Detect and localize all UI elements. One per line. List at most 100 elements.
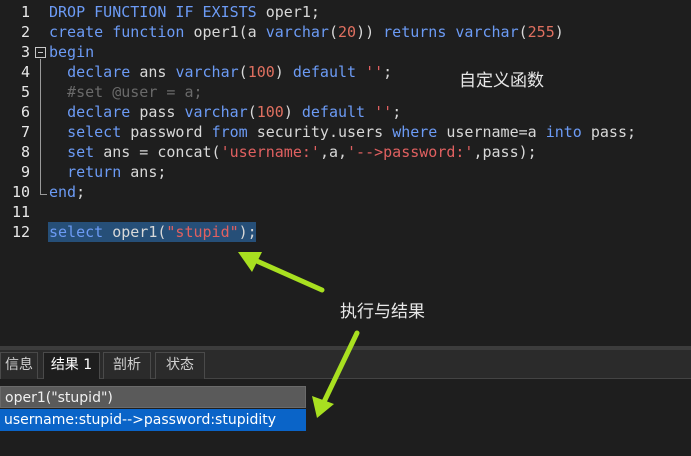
tab-result-1[interactable]: 结果 1 bbox=[43, 352, 100, 379]
code-token: security.users bbox=[256, 123, 393, 141]
code-token: declare bbox=[67, 103, 140, 121]
code-token: create function bbox=[49, 23, 194, 41]
line-number: 8 bbox=[20, 143, 30, 161]
code-token: '' bbox=[374, 103, 393, 121]
code-token: ) bbox=[554, 23, 564, 41]
code-token: ( bbox=[328, 23, 338, 41]
result-cell[interactable]: username:stupid-->password:stupidity bbox=[0, 409, 306, 431]
code-line[interactable]: 2 create function oper1(a varchar(20)) re… bbox=[0, 22, 691, 42]
code-token: ( bbox=[518, 23, 528, 41]
code-line[interactable]: 5 #set @user = a; bbox=[0, 82, 691, 102]
tab-profile[interactable]: 剖析 bbox=[103, 352, 151, 379]
line-number: 12 bbox=[11, 223, 30, 241]
code-token: )) bbox=[356, 23, 384, 41]
code-line[interactable]: 4 declare ans varchar(100) default ''; bbox=[0, 62, 691, 82]
code-text: end; bbox=[49, 182, 85, 202]
code-token: default bbox=[292, 63, 366, 81]
code-token: begin bbox=[49, 43, 95, 61]
code-token: pass bbox=[139, 103, 185, 121]
code-token: declare bbox=[67, 63, 140, 81]
code-token: varchar bbox=[184, 103, 248, 121]
code-line[interactable]: 7 select password from security.users wh… bbox=[0, 122, 691, 142]
line-number: 11 bbox=[11, 203, 30, 221]
code-token: ans; bbox=[130, 163, 167, 181]
line-number: 6 bbox=[20, 103, 30, 121]
line-number: 5 bbox=[20, 83, 30, 101]
column-header[interactable]: oper1("stupid") bbox=[0, 386, 306, 408]
code-token: returns varchar bbox=[383, 23, 519, 41]
result-tabs: 信息 结果 1 剖析 状态 bbox=[0, 350, 691, 379]
code-token: ans bbox=[139, 63, 176, 81]
code-token: ; bbox=[392, 103, 402, 121]
code-token: varchar bbox=[175, 63, 239, 81]
code-token: ) bbox=[283, 103, 302, 121]
code-token: varchar bbox=[265, 23, 329, 41]
code-token: ; bbox=[76, 183, 86, 201]
code-token: ( bbox=[238, 63, 248, 81]
code-token: '-->password:' bbox=[347, 143, 474, 161]
code-token: into bbox=[545, 123, 591, 141]
code-line[interactable]: 12 select oper1("stupid"); bbox=[0, 222, 691, 242]
code-line[interactable]: 8 set ans = concat('username:',a,'-->pas… bbox=[0, 142, 691, 162]
code-token: oper1; bbox=[265, 3, 320, 21]
code-text: declare pass varchar(100) default ''; bbox=[49, 102, 401, 122]
code-token: 20 bbox=[338, 23, 357, 41]
code-text: DROP FUNCTION IF EXISTS oper1; bbox=[49, 2, 320, 22]
code-token: end bbox=[49, 183, 77, 201]
code-token: 'username:' bbox=[220, 143, 320, 161]
code-token: select bbox=[67, 123, 131, 141]
code-token: #set @user = a; bbox=[49, 83, 203, 101]
line-number: 9 bbox=[20, 163, 30, 181]
annotation-custom-function: 自定义函数 bbox=[459, 71, 544, 91]
code-token: username=a bbox=[446, 123, 546, 141]
line-number: 7 bbox=[20, 123, 30, 141]
result-grid: oper1("stupid") username:stupid-->passwo… bbox=[0, 380, 691, 456]
code-line[interactable]: 1 DROP FUNCTION IF EXISTS oper1; bbox=[0, 2, 691, 22]
code-token: ); bbox=[238, 223, 257, 241]
code-token: ; bbox=[383, 63, 393, 81]
sql-editor[interactable]: 1 DROP FUNCTION IF EXISTS oper1; 2 create f… bbox=[0, 0, 691, 346]
code-token: 100 bbox=[256, 103, 284, 121]
code-token: "stupid" bbox=[166, 223, 239, 241]
code-text: select password from security.users wher… bbox=[49, 122, 636, 142]
code-token: 255 bbox=[527, 23, 555, 41]
code-token: oper1( bbox=[112, 223, 167, 241]
code-token: oper1(a bbox=[193, 23, 266, 41]
code-token: ) bbox=[274, 63, 293, 81]
code-text: set ans = concat('username:',a,'-->passw… bbox=[49, 142, 537, 162]
line-number: 4 bbox=[20, 63, 30, 81]
code-token: ( bbox=[247, 103, 257, 121]
tab-status[interactable]: 状态 bbox=[155, 352, 205, 379]
line-number: 3 bbox=[20, 43, 30, 61]
code-line[interactable]: 11 bbox=[0, 202, 691, 222]
code-token: 100 bbox=[247, 63, 275, 81]
code-token: pass; bbox=[590, 123, 637, 141]
code-token: default bbox=[301, 103, 375, 121]
code-line[interactable]: 6 declare pass varchar(100) default ''; bbox=[0, 102, 691, 122]
code-token: password bbox=[130, 123, 212, 141]
annotation-execute-result: 执行与结果 bbox=[340, 302, 425, 322]
code-line[interactable]: 3 begin bbox=[0, 42, 691, 62]
code-text: begin bbox=[49, 42, 94, 62]
tab-info[interactable]: 信息 bbox=[0, 352, 38, 379]
code-token: DROP FUNCTION IF EXISTS bbox=[49, 3, 266, 21]
code-token: set bbox=[67, 143, 104, 161]
code-token: ,pass); bbox=[473, 143, 537, 161]
code-line[interactable]: 10 end; bbox=[0, 182, 691, 202]
code-text: #set @user = a; bbox=[49, 82, 203, 102]
code-token: select bbox=[49, 223, 113, 241]
app-window: 1 DROP FUNCTION IF EXISTS oper1; 2 create f… bbox=[0, 0, 691, 456]
code-token: '' bbox=[365, 63, 384, 81]
code-text: select oper1("stupid"); bbox=[49, 222, 257, 242]
code-token: from bbox=[211, 123, 257, 141]
code-text: return ans; bbox=[49, 162, 166, 182]
code-token: return bbox=[67, 163, 131, 181]
code-token: ,a, bbox=[319, 143, 348, 161]
code-line[interactable]: 9 return ans; bbox=[0, 162, 691, 182]
line-number: 10 bbox=[11, 183, 30, 201]
code-token: ans = concat( bbox=[103, 143, 221, 161]
